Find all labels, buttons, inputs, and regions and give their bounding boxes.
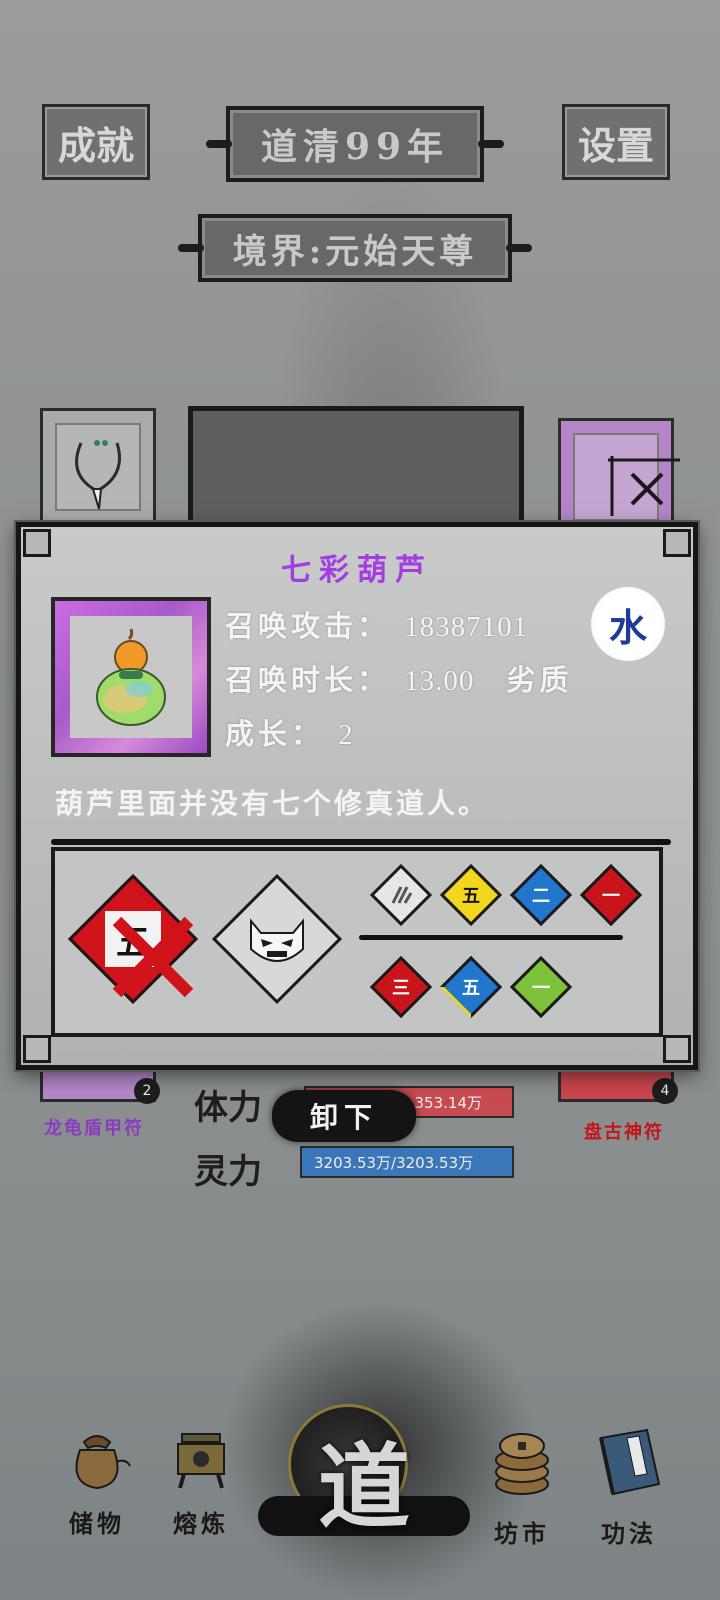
year-banner: 道清99年	[226, 106, 484, 182]
skill-rank: 五	[462, 978, 480, 999]
crossed-out-icon	[112, 916, 194, 998]
nav-market[interactable]: 坊市	[476, 1424, 568, 1549]
equipment-slot-necklace[interactable]	[40, 408, 156, 526]
nav-smelt[interactable]: 熔炼	[158, 1424, 244, 1539]
duration-line: 召唤时长： 13.00 劣质	[225, 657, 573, 699]
divider	[51, 839, 671, 845]
element-label: 水	[608, 604, 647, 650]
quality-label: 劣质	[506, 663, 573, 697]
furnace-icon	[177, 1433, 225, 1489]
settings-button[interactable]: 设置	[562, 104, 670, 180]
hp-value: 353.14万	[414, 1093, 483, 1112]
growth-value: 2	[338, 719, 354, 751]
attack-value: 18387101	[404, 611, 529, 643]
realm-label: 境界:元始天尊	[232, 231, 478, 272]
nav-storage-label: 储物	[69, 1509, 125, 1538]
demon-skill-diamond[interactable]	[211, 873, 343, 1005]
item-description: 葫芦里面并没有七个修真道人。	[55, 787, 490, 820]
left-slot-label: 龙龟盾甲符	[44, 1118, 144, 1139]
attack-label: 召唤攻击：	[225, 609, 391, 643]
item-image-frame	[51, 597, 211, 757]
mp-label: 灵力	[194, 1152, 262, 1192]
hp-label: 体力	[194, 1088, 262, 1128]
settings-label: 设置	[577, 122, 654, 168]
realm-banner: 境界:元始天尊	[198, 214, 512, 282]
duration-value: 13.00	[404, 665, 475, 697]
demon-face-icon	[250, 918, 304, 962]
skill-diamond-red[interactable]: 一	[579, 863, 643, 927]
growth-label: 成长：	[225, 717, 325, 751]
nav-smelt-label: 熔炼	[173, 1509, 229, 1538]
mp-bar: 3203.53万/3203.53万	[300, 1146, 514, 1178]
skill-rank: 一	[532, 978, 550, 999]
achievement-label: 成就	[57, 122, 134, 168]
achievement-button[interactable]: 成就	[42, 104, 150, 180]
unequip-button[interactable]: 卸下	[272, 1090, 416, 1142]
nav-skills[interactable]: 功法	[584, 1424, 674, 1549]
skill-diamond-yellow[interactable]: 五	[439, 863, 503, 927]
character-portrait-frame	[188, 406, 524, 536]
skill-diamond-blue-yellow[interactable]: 五	[439, 955, 503, 1019]
item-detail-popup: 七彩葫芦 召唤攻击： 18387101 召唤时长： 13.00 劣质 成长： 2…	[16, 522, 698, 1070]
skill-rank: 五	[462, 886, 480, 907]
skill-diamond-claw[interactable]	[369, 863, 433, 927]
right-slot-label: 盘古神符	[584, 1122, 664, 1143]
skill-rank: 三	[392, 978, 410, 999]
popup-corner	[663, 1035, 691, 1063]
slot-number-badge: 4	[652, 1078, 678, 1104]
popup-corner	[23, 1035, 51, 1063]
skill-diamond-blue[interactable]: 二	[509, 863, 573, 927]
duration-label: 召唤时长：	[225, 663, 391, 697]
water-element-icon: 水	[591, 587, 665, 661]
year-label: 道清99年	[260, 126, 450, 168]
skill-panel: 五 二 一 三 五 一	[51, 847, 663, 1037]
nav-skills-label: 功法	[601, 1519, 657, 1548]
nav-market-label: 坊市	[494, 1519, 550, 1548]
claw-icon	[391, 886, 413, 904]
coins-icon	[495, 1433, 549, 1495]
necklace-icon	[75, 440, 121, 510]
dao-label: 道	[317, 1432, 410, 1541]
item-title: 七彩葫芦	[281, 553, 433, 588]
growth-line: 成长： 2	[225, 711, 354, 753]
skill-rank: 二	[532, 886, 550, 907]
skill-rank: 一	[602, 886, 620, 907]
skill-divider	[359, 935, 623, 940]
slot-number-badge: 2	[134, 1078, 160, 1104]
skill-diamond-green[interactable]: 一	[509, 955, 573, 1019]
storage-bag-icon	[75, 1435, 131, 1490]
mp-value: 3203.53万/3203.53万	[314, 1153, 474, 1172]
attack-line: 召唤攻击： 18387101	[225, 603, 528, 645]
gourd-icon	[96, 628, 166, 726]
nav-dao-center[interactable]: 道	[258, 1404, 470, 1554]
nav-storage[interactable]: 储物	[54, 1424, 140, 1539]
book-icon	[599, 1428, 661, 1496]
skill-diamond-red[interactable]: 三	[369, 955, 433, 1019]
unequip-label: 卸下	[309, 1101, 378, 1134]
close-icon[interactable]	[606, 454, 682, 518]
